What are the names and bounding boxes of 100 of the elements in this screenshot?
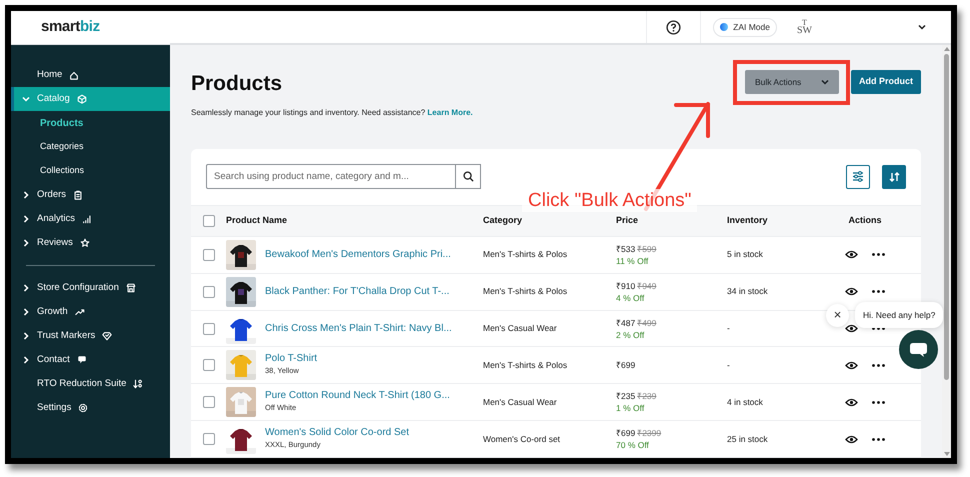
original-price-text: ₹949 — [637, 280, 656, 292]
price-text: ₹699 — [616, 427, 636, 440]
original-price-text: ₹239 — [637, 390, 656, 402]
more-icon[interactable] — [872, 364, 885, 367]
chat-bubble: Hi. Need any help? — [855, 302, 944, 328]
more-icon[interactable] — [872, 400, 885, 404]
chevron-icon — [22, 308, 30, 316]
discount-text: 11 % Off — [616, 254, 650, 267]
column-header: Inventory — [727, 215, 768, 226]
page-subtitle: Seamlessly manage your listings and inventory. Need assistance? Learn More. — [191, 107, 473, 119]
checkbox[interactable] — [202, 214, 214, 227]
table-cell: Men's T-shirts & Polos — [483, 360, 568, 370]
bar-chart-icon — [82, 214, 92, 224]
help-icon[interactable] — [666, 20, 682, 34]
chevron-icon — [22, 239, 30, 247]
sidebar-subitem[interactable]: Collections — [11, 159, 170, 183]
sidebar-item[interactable]: Trust Markers — [11, 324, 170, 348]
sidebar-item[interactable]: Growth — [11, 300, 170, 324]
annotation-label: Click "Bulk Actions" — [522, 189, 698, 212]
checkbox[interactable] — [202, 396, 214, 408]
table-cell: 5 in stock — [727, 249, 763, 260]
table-cell: Men's T-shirts & Polos — [483, 286, 568, 296]
sidebar-item[interactable]: Reviews — [11, 231, 170, 255]
sidebar-item[interactable]: Contact — [11, 348, 170, 372]
product-link[interactable]: Pure Cotton Round Neck T-Shirt (180 G... — [265, 390, 450, 402]
sidebar-item[interactable]: Orders — [11, 183, 170, 207]
page-title: Products — [191, 71, 284, 97]
column-header: Actions — [848, 215, 882, 226]
chevron-icon — [22, 215, 30, 223]
checkbox[interactable] — [202, 322, 214, 335]
product-link[interactable]: Bewakoof Men's Dementors Graphic Pri... — [265, 248, 451, 261]
eye-icon[interactable] — [845, 250, 858, 260]
eye-icon[interactable] — [845, 434, 858, 444]
mode-toggle[interactable]: ZAI Mode — [713, 18, 777, 36]
price-text: ₹487 — [616, 316, 636, 329]
table-cell: Men's Casual Wear — [483, 396, 557, 407]
search-icon — [462, 171, 474, 182]
sidebar-subitem[interactable]: Products — [11, 111, 170, 135]
more-icon[interactable] — [872, 253, 885, 256]
table-cell: Women's Co-ord set — [483, 434, 560, 444]
sidebar-subitem[interactable]: Categories — [11, 135, 170, 159]
sidebar-item[interactable]: Store Configuration — [11, 276, 170, 300]
chat-button[interactable] — [899, 330, 938, 369]
trend-icon — [74, 307, 85, 317]
speech-bubble-icon — [909, 342, 928, 358]
price-text: ₹699 — [616, 359, 636, 372]
add-product-button[interactable]: Add Product — [851, 70, 921, 94]
table-cell: 4 in stock — [727, 396, 763, 407]
table-cell: - — [727, 360, 730, 370]
checkbox[interactable] — [202, 248, 214, 261]
learn-more-link[interactable]: Learn More. — [427, 108, 473, 117]
product-link[interactable]: Chris Cross Men's Plain T-Shirt: Navy Bl... — [265, 322, 452, 335]
checkbox[interactable] — [202, 286, 214, 298]
column-header: Product Name — [226, 215, 288, 226]
bulk-actions-button[interactable]: Bulk Actions — [745, 70, 839, 94]
original-price-text: ₹2399 — [637, 427, 662, 440]
house-icon — [69, 70, 80, 80]
discount-text: 2 % Off — [616, 328, 646, 341]
sort-icon — [888, 172, 900, 182]
eye-icon[interactable] — [845, 360, 858, 370]
product-link[interactable]: Women's Solid Color Co-ord Set — [265, 427, 410, 440]
sort-button[interactable] — [882, 164, 906, 188]
checkbox[interactable] — [202, 359, 214, 372]
table-cell: Men's Casual Wear — [483, 323, 557, 334]
more-icon[interactable] — [872, 438, 885, 441]
discount-text: 1 % Off — [616, 402, 646, 414]
more-icon[interactable] — [872, 290, 885, 294]
eye-icon[interactable] — [845, 324, 858, 334]
checkbox[interactable] — [202, 433, 214, 446]
column-header: Category — [483, 215, 522, 226]
table-cell: 25 in stock — [727, 434, 768, 444]
filter-button[interactable] — [846, 164, 870, 188]
chevron-icon — [22, 332, 30, 340]
chevron-icon — [22, 284, 30, 292]
eye-icon[interactable] — [845, 398, 858, 407]
store-icon — [126, 283, 136, 293]
chevron-icon — [22, 95, 30, 103]
sidebar-item[interactable]: Analytics — [11, 207, 170, 231]
diamond-icon — [102, 331, 112, 341]
chevron-icon — [22, 356, 30, 364]
chevron-icon — [821, 78, 829, 86]
sidebar-item[interactable]: RTO Reduction Suite — [11, 372, 170, 396]
search-button[interactable] — [456, 164, 481, 189]
product-link[interactable]: Polo T-Shirt — [265, 353, 318, 366]
table-cell: - — [727, 323, 730, 334]
original-price-text: ₹499 — [637, 316, 656, 329]
column-header: Price — [616, 215, 638, 226]
discount-text: 70 % Off — [616, 439, 650, 452]
product-link[interactable]: Black Panther: For T'Challa Drop Cut T-... — [265, 286, 450, 298]
sidebar-item[interactable]: Settings — [11, 396, 170, 420]
eye-icon[interactable] — [845, 287, 858, 296]
chevron-icon — [918, 23, 926, 31]
clipboard-icon — [73, 190, 84, 200]
price-text: ₹533 — [616, 242, 636, 255]
search-field[interactable]: Search using product name, category and m... — [206, 164, 456, 189]
sidebar-item[interactable]: Home — [11, 63, 170, 87]
logo: smartbiz — [41, 17, 100, 38]
discount-text: 4 % Off — [616, 292, 646, 304]
speech-bubble-icon — [76, 355, 87, 365]
chevron-icon — [22, 191, 30, 199]
